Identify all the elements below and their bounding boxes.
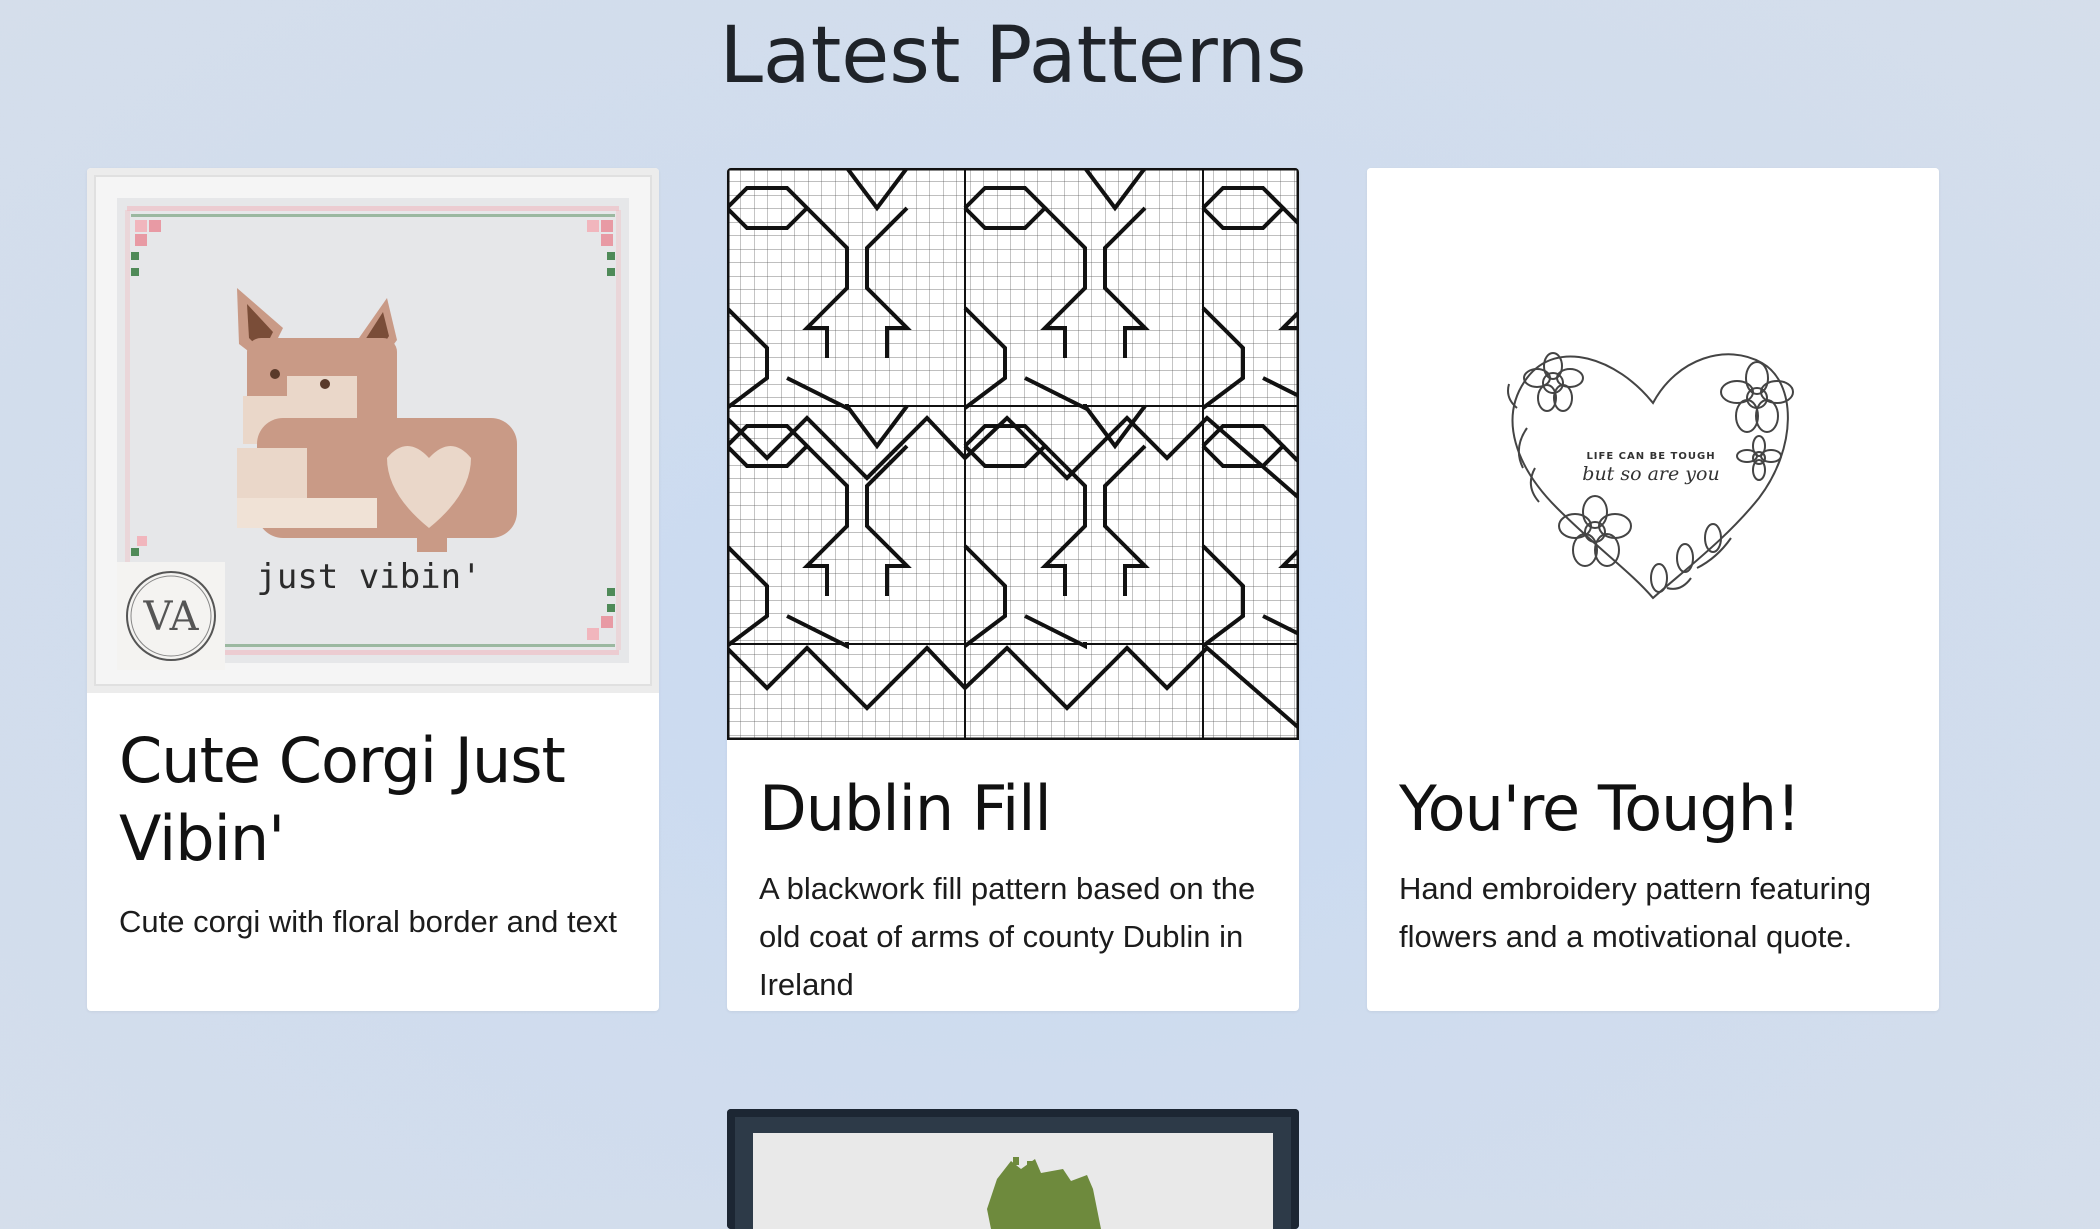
quote-script-text: but so are you xyxy=(1582,463,1719,485)
blackwork-pattern-image[interactable] xyxy=(727,168,1299,740)
embroidery-pattern-image[interactable]: LIFE CAN BE TOUGH but so are you xyxy=(1367,168,1939,740)
quote-small-text: LIFE CAN BE TOUGH xyxy=(1586,451,1715,462)
pattern-card-dublin-fill[interactable]: Dublin Fill A blackwork fill pattern bas… xyxy=(727,168,1299,1011)
pattern-card-corgi[interactable]: just vibin' VA Cute Corgi Just Vibin' Cu… xyxy=(87,168,659,1011)
card-title[interactable]: Dublin Fill xyxy=(759,770,1275,848)
corgi-image-caption: just vibin' xyxy=(256,557,481,597)
brand-logo: VA xyxy=(142,594,199,640)
pattern-card-partial[interactable] xyxy=(727,1109,1299,1229)
card-description: Cute corgi with floral border and text xyxy=(119,904,617,939)
page-title: Latest Patterns xyxy=(719,11,1307,101)
pattern-card-youre-tough[interactable]: LIFE CAN BE TOUGH but so are you You're … xyxy=(1367,168,1939,1011)
card-title[interactable]: Cute Corgi Just Vibin' xyxy=(119,722,635,878)
card-description: Hand embroidery pattern featuring flower… xyxy=(1399,871,1872,954)
framed-map-pattern-image[interactable] xyxy=(727,1109,1299,1229)
corgi-pattern-image[interactable]: just vibin' VA xyxy=(87,168,659,693)
card-title[interactable]: You're Tough! xyxy=(1399,770,1915,848)
card-description: A blackwork fill pattern based on the ol… xyxy=(759,871,1256,1002)
